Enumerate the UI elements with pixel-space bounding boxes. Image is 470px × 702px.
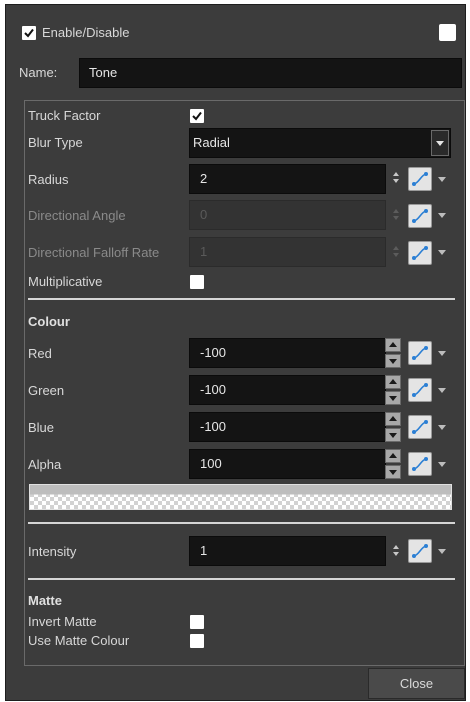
spinner-arrows-icon[interactable]: [392, 545, 400, 559]
directional-falloff-rate-label: Directional Falloff Rate: [28, 245, 160, 260]
chevron-down-icon[interactable]: [438, 425, 446, 430]
alpha-label: Alpha: [28, 457, 62, 472]
checkmark-icon: [192, 111, 202, 121]
chevron-down-icon[interactable]: [438, 250, 446, 255]
chevron-down-icon[interactable]: [431, 130, 449, 156]
divider: [28, 522, 455, 524]
multiplicative-label: Multiplicative: [28, 274, 103, 289]
use-matte-colour-checkbox[interactable]: [190, 634, 204, 648]
spinner-arrows-icon[interactable]: [385, 449, 401, 479]
alpha-field[interactable]: 100: [189, 449, 386, 479]
radius-field[interactable]: 2: [189, 164, 386, 194]
checkmark-icon: [24, 28, 34, 38]
function-curve-icon[interactable]: [408, 241, 432, 265]
chevron-down-icon[interactable]: [438, 213, 446, 218]
invert-matte-label: Invert Matte: [28, 614, 97, 629]
spinner-arrows-icon[interactable]: [385, 338, 401, 368]
invert-matte-checkbox[interactable]: [190, 615, 204, 629]
close-button[interactable]: Close: [368, 668, 465, 699]
function-curve-icon[interactable]: [408, 452, 432, 476]
blur-type-label: Blur Type: [28, 135, 83, 150]
colour-heading: Colour: [28, 314, 70, 329]
spinner-arrows-icon[interactable]: [385, 375, 401, 405]
chevron-down-icon[interactable]: [438, 177, 446, 182]
enable-disable-checkbox[interactable]: [22, 26, 36, 40]
blur-type-value: Radial: [193, 135, 230, 150]
colour-swatch[interactable]: [29, 484, 452, 510]
directional-falloff-rate-field[interactable]: 1: [189, 237, 386, 267]
function-curve-icon[interactable]: [408, 378, 432, 402]
intensity-field[interactable]: 1: [189, 536, 386, 566]
name-label: Name:: [19, 65, 58, 80]
chevron-down-icon[interactable]: [438, 549, 446, 554]
function-curve-icon[interactable]: [408, 204, 432, 228]
corner-checkbox[interactable]: [439, 24, 456, 41]
red-field[interactable]: -100: [189, 338, 386, 368]
intensity-label: Intensity: [28, 544, 77, 559]
spinner-arrows-icon[interactable]: [385, 412, 401, 442]
directional-angle-field[interactable]: 0: [189, 200, 386, 230]
multiplicative-checkbox[interactable]: [190, 275, 204, 289]
truck-factor-label: Truck Factor: [28, 108, 101, 123]
spinner-arrows-icon[interactable]: [392, 246, 400, 260]
blue-field[interactable]: -100: [189, 412, 386, 442]
enable-disable-label: Enable/Disable: [42, 25, 130, 40]
green-label: Green: [28, 383, 65, 398]
blue-label: Blue: [28, 420, 55, 435]
function-curve-icon[interactable]: [408, 415, 432, 439]
name-field[interactable]: Tone: [79, 58, 462, 88]
radius-label: Radius: [28, 172, 69, 187]
matte-heading: Matte: [28, 593, 62, 608]
blur-type-dropdown[interactable]: Radial: [189, 128, 451, 158]
spinner-arrows-icon[interactable]: [392, 209, 400, 223]
use-matte-colour-label: Use Matte Colour: [28, 633, 130, 648]
divider: [28, 578, 455, 580]
red-label: Red: [28, 346, 52, 361]
chevron-down-icon[interactable]: [438, 462, 446, 467]
truck-factor-checkbox[interactable]: [190, 109, 204, 123]
divider: [28, 298, 455, 300]
chevron-down-icon[interactable]: [438, 351, 446, 356]
function-curve-icon[interactable]: [408, 341, 432, 365]
function-curve-icon[interactable]: [408, 539, 432, 563]
function-curve-icon[interactable]: [408, 167, 432, 191]
spinner-arrows-icon[interactable]: [392, 172, 400, 186]
chevron-down-icon[interactable]: [438, 388, 446, 393]
tone-effect-dialog: Enable/Disable Name: Tone Truck Factor B…: [5, 4, 466, 701]
directional-angle-label: Directional Angle: [28, 208, 126, 223]
green-field[interactable]: -100: [189, 375, 386, 405]
